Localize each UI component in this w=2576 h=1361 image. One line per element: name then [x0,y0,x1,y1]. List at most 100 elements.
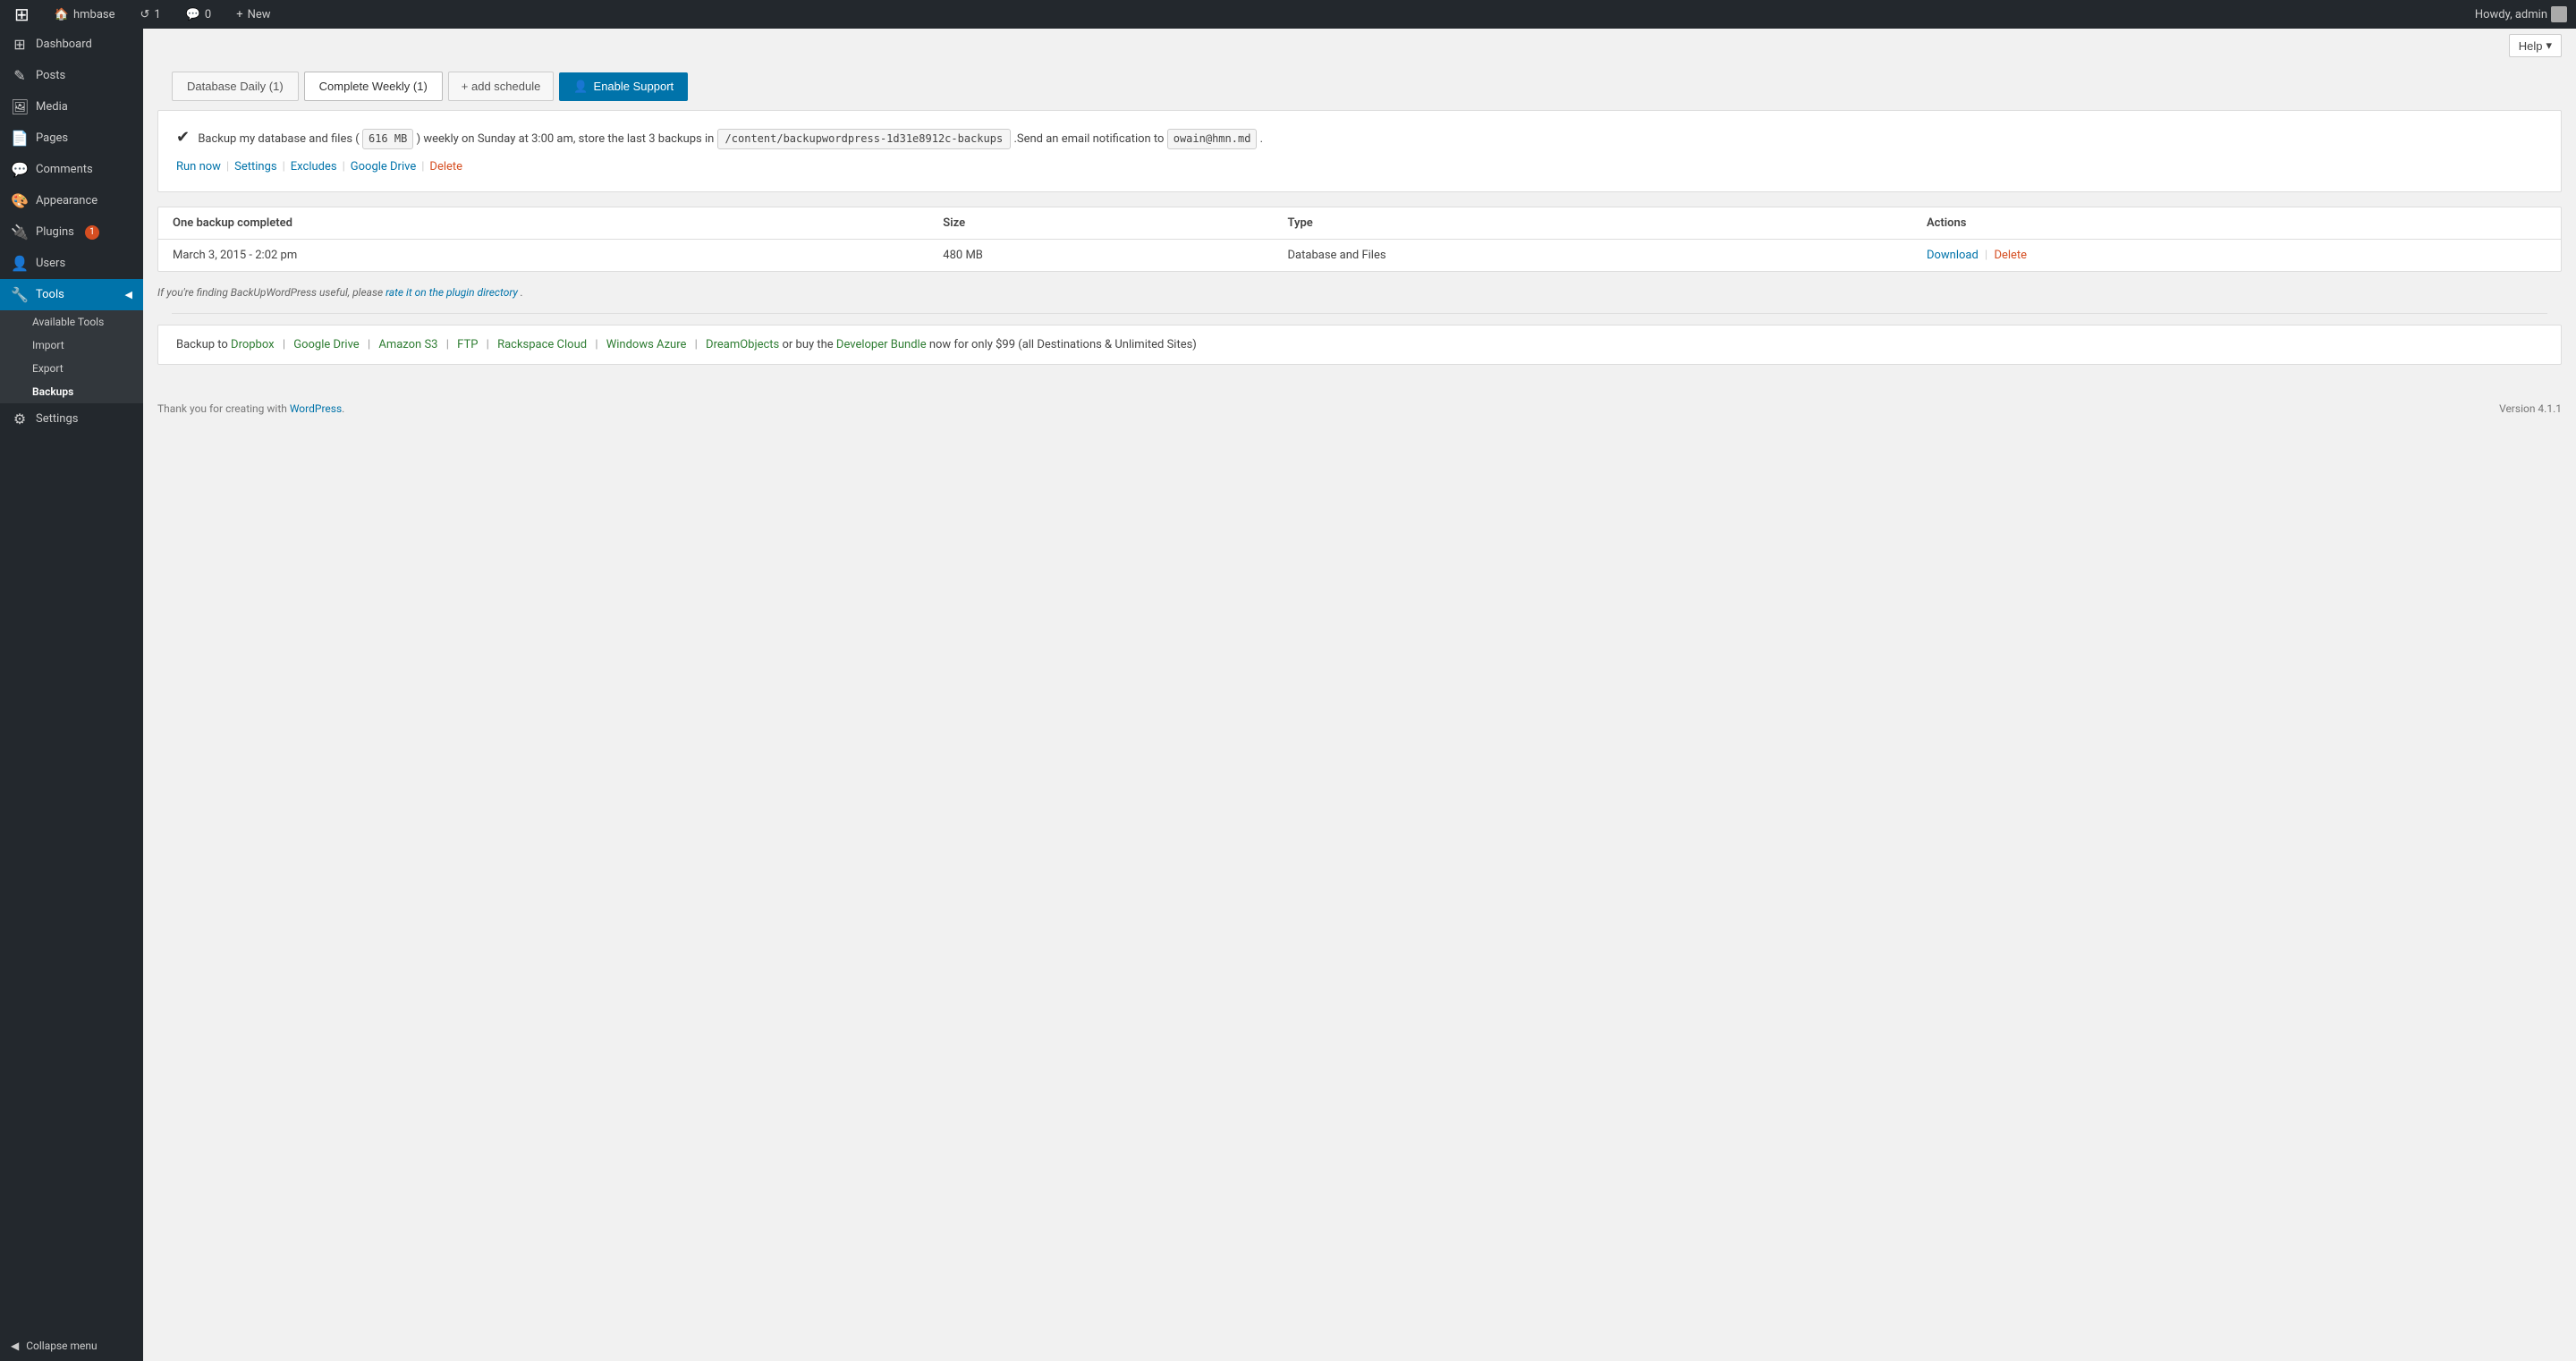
sidebar-subitem-backups[interactable]: Backups [0,380,143,403]
dest-google-drive[interactable]: Google Drive [293,338,359,351]
new-label: New [248,8,271,21]
comments-sidebar-icon: 💬 [11,161,29,178]
sidebar-label-tools: Tools [36,288,64,301]
sidebar-label-users: Users [36,257,65,270]
sidebar-item-users[interactable]: 👤 Users [0,248,143,279]
tab-add-schedule[interactable]: + add schedule [448,72,555,101]
sidebar-item-pages[interactable]: 📄 Pages [0,123,143,154]
dest-dropbox[interactable]: Dropbox [231,338,275,351]
revisions-icon: ↺ [140,8,150,21]
sidebar-label-appearance: Appearance [36,194,97,207]
settings-icon: ⚙ [11,410,29,427]
tab-database-daily[interactable]: Database Daily (1) [172,72,299,101]
size-badge: 616 MB [362,129,413,149]
dest-sep-4: | [487,338,492,351]
desc-before: Backup my database and files ( [198,132,359,146]
help-label: Help [2519,39,2543,53]
help-bar: Help ▾ [143,29,2576,63]
dest-sep-3: | [446,338,452,351]
adminbar-wp-logo[interactable]: ⊞ [9,0,35,29]
sidebar-item-appearance[interactable]: 🎨 Appearance [0,185,143,216]
download-link[interactable]: Download [1927,249,1979,262]
sidebar-subitem-import[interactable]: Import [0,334,143,357]
footer-wp-link[interactable]: WordPress [290,402,342,415]
sidebar-label-plugins: Plugins [36,225,74,239]
dest-bundle-link[interactable]: Developer Bundle [836,338,927,351]
table-row: March 3, 2015 - 2:02 pm 480 MB Database … [158,239,2561,271]
collapse-menu-button[interactable]: ◀ Collapse menu [0,1331,143,1361]
tools-chevron-icon: ◀ [125,289,132,300]
sidebar-item-settings[interactable]: ⚙ Settings [0,403,143,435]
sidebar-subitem-export[interactable]: Export [0,357,143,380]
enable-support-icon: 👤 [573,80,588,94]
collapse-icon: ◀ [11,1340,19,1352]
sidebar-label-pages: Pages [36,131,68,145]
dest-sep-2: | [368,338,373,351]
rating-notice: If you're finding BackUpWordPress useful… [157,286,2562,299]
email-badge: owain@hmn.md [1167,129,1258,149]
run-now-link[interactable]: Run now [176,158,221,177]
site-name: hmbase [73,8,115,21]
tab-complete-weekly[interactable]: Complete Weekly (1) [304,72,443,101]
footer-version: Version 4.1.1 [2499,402,2562,415]
check-icon: ✔ [176,128,190,147]
dest-sep-6: | [695,338,700,351]
tab-database-daily-label: Database Daily (1) [187,80,284,93]
adminbar-comments[interactable]: 💬 0 [181,0,217,29]
backup-description: ✔ Backup my database and files ( 616 MB … [176,125,2543,151]
plugins-badge: 1 [85,225,99,240]
delete-schedule-link[interactable]: Delete [429,158,462,177]
dest-suffix: or buy the [782,338,835,351]
sidebar-item-posts[interactable]: ✎ Posts [0,60,143,91]
dest-dreamobjects[interactable]: DreamObjects [706,338,779,351]
sidebar-label-comments: Comments [36,163,93,176]
avatar [2551,6,2567,22]
sidebar-item-tools[interactable]: 🔧 Tools ◀ [0,279,143,310]
dest-rackspace[interactable]: Rackspace Cloud [497,338,587,351]
dest-sep-5: | [595,338,600,351]
adminbar-new[interactable]: + New [231,0,275,29]
posts-icon: ✎ [11,67,29,84]
rating-link[interactable]: rate it on the plugin directory [386,286,518,299]
info-links: Run now | Settings | Excludes | Google D… [176,158,2543,177]
row-actions: Download | Delete [1912,239,2561,271]
sidebar-item-media[interactable]: 🖼 Media [0,91,143,123]
home-icon: 🏠 [55,8,69,21]
enable-support-button[interactable]: 👤 Enable Support [559,72,688,101]
col-actions: Actions [1912,207,2561,240]
sidebar-item-comments[interactable]: 💬 Comments [0,154,143,185]
dest-amazon-s3[interactable]: Amazon S3 [378,338,437,351]
howdy-label[interactable]: Howdy, admin [2475,8,2547,21]
sidebar-subitem-available-tools[interactable]: Available Tools [0,310,143,334]
adminbar-left: ⊞ 🏠 hmbase ↺ 1 💬 0 + New [9,0,276,29]
dest-windows-azure[interactable]: Windows Azure [606,338,687,351]
footer-thanks: Thank you for creating with WordPress. [157,402,344,415]
sidebar-label-posts: Posts [36,69,65,82]
sep-3: | [343,158,345,177]
desc-after: .Send an email notification to [1013,132,1164,146]
collapse-label: Collapse menu [26,1340,97,1352]
sidebar-item-plugins[interactable]: 🔌 Plugins 1 [0,216,143,248]
revision-count: 1 [154,8,160,21]
dest-ftp[interactable]: FTP [457,338,478,351]
help-chevron-icon: ▾ [2546,38,2552,53]
delete-backup-link[interactable]: Delete [1994,249,2027,262]
plus-icon: + [236,8,242,21]
desc-middle: ) weekly on Sunday at 3:00 am, store the… [417,132,715,146]
adminbar-site[interactable]: 🏠 hmbase [49,0,121,29]
appearance-icon: 🎨 [11,192,29,209]
sidebar-item-dashboard[interactable]: ⊞ Dashboard [0,29,143,60]
row-size: 480 MB [928,239,1273,271]
sep-1: | [226,158,229,177]
adminbar-revisions[interactable]: ↺ 1 [135,0,166,29]
tabs-bar: Database Daily (1) Complete Weekly (1) +… [157,63,2562,110]
path-badge: /content/backupwordpress-1d31e8912c-back… [717,129,1012,149]
settings-link[interactable]: Settings [234,158,276,177]
help-button[interactable]: Help ▾ [2509,34,2562,57]
dest-sep-1: | [283,338,288,351]
row-type: Database and Files [1274,239,1912,271]
col-size: Size [928,207,1273,240]
google-drive-link[interactable]: Google Drive [351,158,416,177]
excludes-link[interactable]: Excludes [291,158,337,177]
sidebar: ⊞ Dashboard ✎ Posts 🖼 Media 📄 Pages 💬 Co… [0,29,143,1361]
